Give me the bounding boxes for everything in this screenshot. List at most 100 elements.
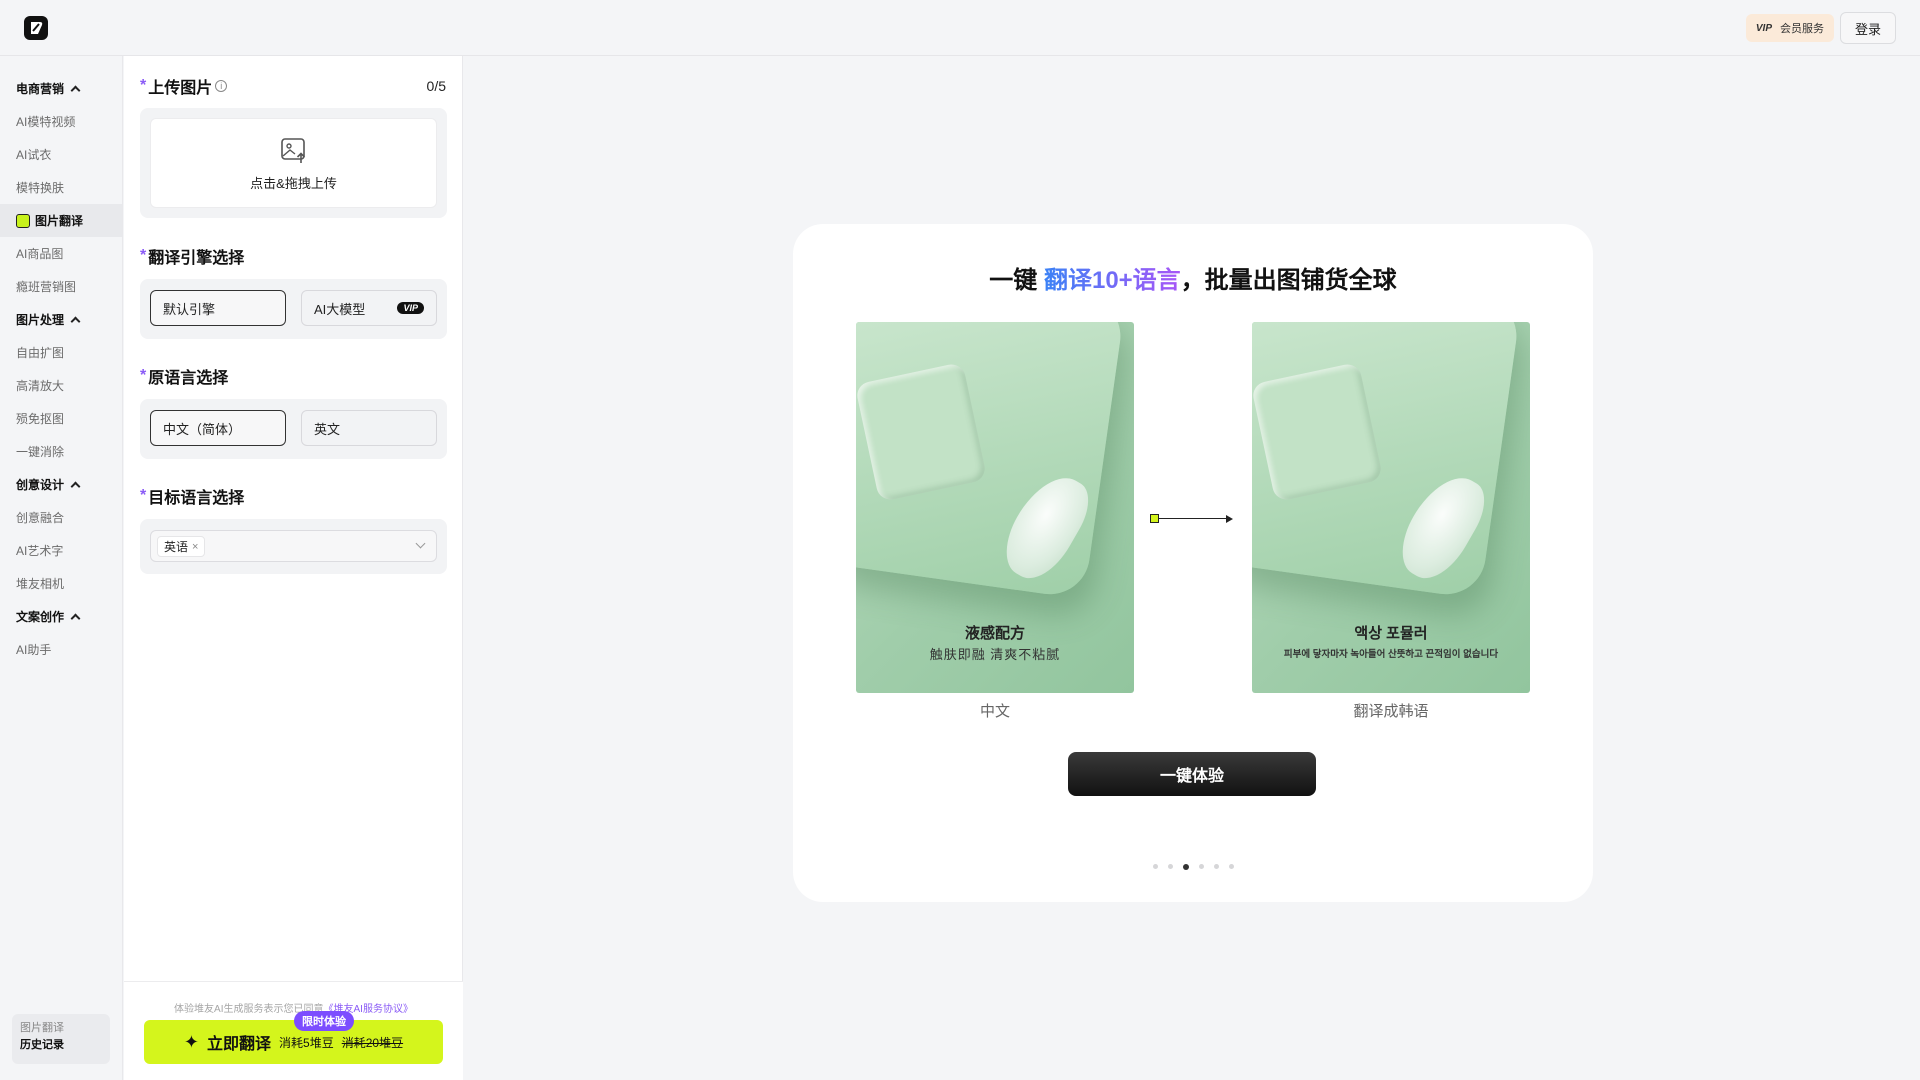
translate-now-button[interactable]: ✦ 立即翻译 消耗5堆豆 消耗20堆豆 <box>144 1020 443 1064</box>
nav-group-header[interactable]: 电商营销 <box>0 72 122 105</box>
required-mark: * <box>140 247 147 264</box>
source-chinese-option[interactable]: 中文（简体） <box>150 410 286 446</box>
carousel-dot[interactable] <box>1198 864 1204 869</box>
sidebar-item-image-translate[interactable]: 图片翻译 <box>0 204 122 237</box>
demo-label-original: 中文 <box>979 703 1010 720</box>
sidebar-item-label: 图片翻译 <box>35 214 84 228</box>
nav-group-title: 文案创作 <box>16 610 65 624</box>
language-tag-label: 英语 <box>164 540 189 554</box>
upload-dropzone[interactable]: 点击&拖拽上传 <box>150 118 437 208</box>
chevron-up-icon <box>70 613 81 623</box>
engine-options: 默认引擎 AI大模型 VIP <box>140 279 447 339</box>
sidebar-item-ai-tryon[interactable]: AI试衣 <box>0 138 122 171</box>
image-upload-icon <box>280 137 305 163</box>
carousel-dot[interactable] <box>1213 864 1219 869</box>
close-icon[interactable]: × <box>192 541 198 553</box>
vip-mark: VIP <box>1755 22 1772 34</box>
limited-offer-badge: 限时体验 <box>294 1011 354 1031</box>
chevron-down-icon <box>415 538 426 549</box>
nav-group-title: 创意设计 <box>16 478 65 492</box>
demo-image-original: 液感配方 触肤即融 清爽不粘腻 <box>856 322 1134 693</box>
upload-hint: 点击&拖拽上传 <box>250 175 337 191</box>
try-now-button[interactable]: 一键体验 <box>1068 752 1316 796</box>
sidebar-item-cutout[interactable]: 殒免抠图 <box>0 402 122 435</box>
chevron-up-icon <box>70 85 81 95</box>
sidebar-item-ai-model-video[interactable]: AI模特视频 <box>0 105 122 138</box>
section-title-text: 原语言选择 <box>148 370 229 387</box>
required-mark: * <box>140 487 147 504</box>
section-title-text: 翻译引擎选择 <box>148 250 245 267</box>
app-logo[interactable] <box>24 16 48 40</box>
carousel-dot[interactable] <box>1167 864 1173 869</box>
engine-section-title: * 翻译引擎选择 <box>140 244 244 268</box>
demo-image-translated: 액상 포뮬러 피부에 닿자마자 녹아들어 산뜻하고 끈적임이 없습니다 <box>1252 322 1530 693</box>
language-tag: 英语 × <box>157 536 206 557</box>
sidebar-item-creative-fusion[interactable]: 创意融合 <box>0 501 122 534</box>
nav-group-header[interactable]: 创意设计 <box>0 468 122 501</box>
source-section-title: * 原语言选择 <box>140 364 228 388</box>
carousel-dot[interactable] <box>1152 864 1158 869</box>
demo-caption-title: 液感配方 <box>964 625 1025 642</box>
engine-ai-model-option[interactable]: AI大模型 VIP <box>301 290 437 326</box>
source-english-option[interactable]: 英文 <box>301 410 437 446</box>
nav-group-ecommerce: 电商营销 AI模特视频 AI试衣 模特换肤 图片翻译 AI商品图 瘾班营销图 <box>0 72 122 303</box>
sidebar-item-model-skin[interactable]: 模特换肤 <box>0 171 122 204</box>
required-mark: * <box>140 77 147 94</box>
title-prefix: 一键 <box>989 267 1038 294</box>
nav-group-image-processing: 图片处理 自由扩图 高清放大 殒免抠图 一键消除 <box>0 303 122 468</box>
title-suffix: ，批量出图铺货全球 <box>1180 267 1397 294</box>
upload-area: 点击&拖拽上传 <box>140 108 447 218</box>
showcase-title: 一键 翻译10+语言，批量出图铺货全球 <box>793 260 1593 295</box>
nav-group-title: 图片处理 <box>16 313 65 327</box>
engine-default-option[interactable]: 默认引擎 <box>150 290 286 326</box>
nav-group-creative-design: 创意设计 创意融合 AI艺术字 堆友相机 <box>0 468 122 600</box>
history-line1: 图片翻译 <box>20 1022 64 1034</box>
agreement-text: 体验堆友AI生成服务表示您已同意《堆友AI服务协议》 <box>124 1000 463 1015</box>
source-language-options: 中文（简体） 英文 <box>140 399 447 459</box>
section-title-text: 目标语言选择 <box>148 490 245 507</box>
nav-group-header[interactable]: 文案创作 <box>0 600 122 633</box>
cta-cost: 消耗5堆豆 <box>279 1035 334 1050</box>
sparkle-icon: ✦ <box>183 1031 200 1052</box>
login-button[interactable]: 登录 <box>1839 12 1896 44</box>
history-records-button[interactable]: 图片翻译 历史记录 <box>12 1014 110 1064</box>
sidebar-item-outpaint[interactable]: 自由扩图 <box>0 336 122 369</box>
demo-label-translated: 翻译成韩语 <box>1353 703 1429 720</box>
target-section-title: * 目标语言选择 <box>140 484 244 508</box>
top-bar: VIP 会员服务 登录 <box>0 0 1920 56</box>
chevron-up-icon <box>70 316 81 326</box>
sidebar-item-ai-art-text[interactable]: AI艺术字 <box>0 534 122 567</box>
vip-service-label: 会员服务 <box>1780 23 1824 35</box>
demo-caption-sub: 피부에 닿자마자 녹아들어 산뜻하고 끈적임이 없습니다 <box>1283 649 1499 660</box>
target-language-area: 英语 × <box>140 519 447 574</box>
option-label: AI大模型 <box>314 301 366 317</box>
upload-count: 0/5 <box>426 78 446 94</box>
carousel-dot[interactable] <box>1228 864 1234 869</box>
info-icon[interactable]: i <box>215 80 228 92</box>
panel-footer: 体验堆友AI生成服务表示您已同意《堆友AI服务协议》 ✦ 立即翻译 消耗5堆豆 … <box>124 981 463 1080</box>
feature-showcase-card: 一键 翻译10+语言，批量出图铺货全球 液感配方 触肤即融 清爽不粘腻 中文 액… <box>793 224 1593 902</box>
sidebar-item-ai-assistant[interactable]: AI助手 <box>0 633 122 666</box>
arrow-right-icon <box>1150 514 1234 524</box>
sidebar-item-ai-product-image[interactable]: AI商品图 <box>0 237 122 270</box>
carousel-pagination <box>793 864 1593 870</box>
sidebar-item-camera[interactable]: 堆友相机 <box>0 567 122 600</box>
nav-group-copywriting: 文案创作 AI助手 <box>0 600 122 666</box>
sidebar-item-upscale[interactable]: 高清放大 <box>0 369 122 402</box>
nav-group-header[interactable]: 图片处理 <box>0 303 122 336</box>
sidebar-item-marketing-image[interactable]: 瘾班营销图 <box>0 270 122 303</box>
vip-service-button[interactable]: VIP 会员服务 <box>1745 14 1834 42</box>
demo-caption-sub: 触肤即融 清爽不粘腻 <box>929 647 1061 662</box>
nav-group-title: 电商营销 <box>16 82 65 96</box>
translate-icon <box>16 213 30 228</box>
target-language-select[interactable]: 英语 × <box>150 530 437 562</box>
upload-section-title: * 上传图片 i <box>140 74 228 98</box>
title-highlight: 翻译10+语言 <box>1043 267 1181 294</box>
history-line2: 历史记录 <box>20 1039 64 1051</box>
chevron-up-icon <box>70 481 81 491</box>
carousel-dot[interactable] <box>1182 864 1189 870</box>
cta-old-cost: 消耗20堆豆 <box>341 1035 404 1050</box>
sidebar-item-erase[interactable]: 一键消除 <box>0 435 122 468</box>
section-title-text: 上传图片 <box>148 80 213 97</box>
sidebar: 电商营销 AI模特视频 AI试衣 模特换肤 图片翻译 AI商品图 瘾班营销图 图… <box>0 56 123 1080</box>
